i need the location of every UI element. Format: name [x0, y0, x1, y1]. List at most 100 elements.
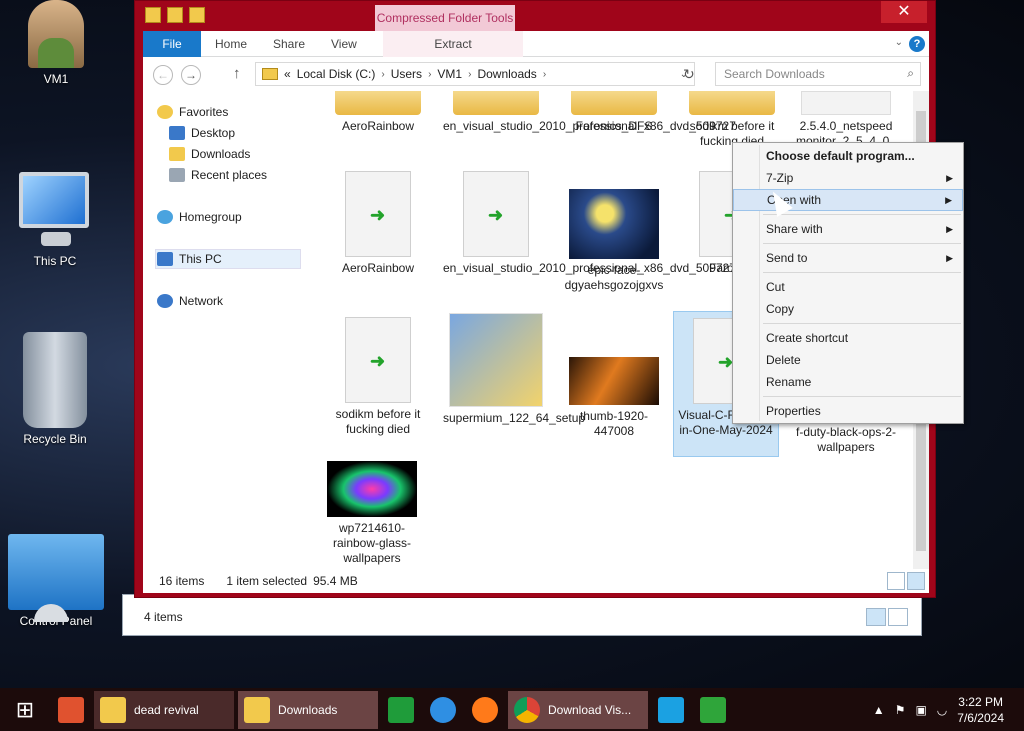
breadcrumb-local-disk[interactable]: Local Disk (C:)	[297, 67, 376, 81]
search-input[interactable]: Search Downloads ⌕	[715, 62, 921, 86]
desktop-icon-label: VM1	[43, 72, 69, 86]
list-item[interactable]: f-duty-black-ops-2-wallpapers	[793, 425, 899, 455]
desktop-icon-this-pc[interactable]: This PC	[5, 170, 105, 268]
desktop-icon-label: Recycle Bin	[23, 432, 87, 446]
taskbar-app-dead-revival[interactable]: dead revival	[94, 690, 234, 729]
taskbar-app-skype[interactable]	[652, 691, 690, 729]
nav-recent[interactable]: Recent places	[169, 168, 267, 182]
tab-view[interactable]: View	[331, 31, 357, 57]
computer-icon	[157, 252, 173, 266]
chevron-down-icon[interactable]: ⌄	[895, 37, 903, 48]
installer-icon	[449, 313, 543, 407]
menu-item-properties[interactable]: Properties	[733, 400, 963, 422]
large-icons-view-button[interactable]	[888, 608, 908, 626]
image-thumbnail	[569, 357, 659, 405]
nav-desktop[interactable]: Desktop	[169, 126, 235, 140]
start-button[interactable]: ⊞	[0, 688, 50, 731]
desktop-icon-control-panel[interactable]: Control Panel	[6, 534, 106, 628]
list-item[interactable]: epic-face-dgyaehsgozojgxvs	[561, 189, 667, 293]
nav-homegroup[interactable]: Homegroup	[157, 210, 242, 224]
tab-file[interactable]: File	[143, 31, 201, 57]
address-bar[interactable]: « Local Disk (C:) › Users › VM1 › Downlo…	[255, 62, 695, 86]
details-view-button[interactable]	[866, 608, 886, 626]
list-item[interactable]: ➜ en_visual_studio_2010_professional_x86…	[443, 171, 736, 276]
taskbar-app-firefox[interactable]	[466, 691, 504, 729]
menu-item-rename[interactable]: Rename	[733, 371, 963, 393]
list-item[interactable]: supermium_122_64_setup	[443, 313, 585, 426]
chevron-right-icon[interactable]: ›	[428, 69, 431, 80]
nav-network[interactable]: Network	[157, 294, 223, 308]
taskbar-app-downloads[interactable]: Downloads	[238, 690, 378, 729]
list-item[interactable]: thumb-1920-447008	[561, 357, 667, 439]
search-icon[interactable]: ⌕	[907, 66, 914, 81]
help-icon[interactable]: ?	[909, 36, 925, 52]
taskbar-app-store[interactable]	[382, 691, 420, 729]
list-item[interactable]: Faronics_DFS	[561, 91, 667, 134]
chevron-right-icon[interactable]: ›	[543, 69, 546, 80]
list-item[interactable]: sodikm before it fucking died	[679, 91, 785, 149]
up-button[interactable]: ↑	[233, 65, 241, 82]
breadcrumb-vm1[interactable]: VM1	[437, 67, 462, 81]
file-name: sodikm before it fucking died	[335, 407, 421, 436]
details-view-button[interactable]	[887, 572, 905, 590]
shortcut-file-icon: ➜	[345, 171, 411, 257]
recent-places-icon	[169, 168, 185, 182]
headphones-icon	[58, 696, 84, 723]
large-icons-view-button[interactable]	[907, 572, 925, 590]
forward-button[interactable]: →	[181, 65, 201, 85]
taskbar-app-xbox[interactable]	[694, 691, 732, 729]
nav-downloads[interactable]: Downloads	[169, 147, 250, 161]
folder-icon	[262, 68, 278, 80]
menu-item-copy[interactable]: Copy	[733, 298, 963, 320]
status-size: 95.4 MB	[313, 574, 358, 588]
desktop-icon-vm1[interactable]: VM1	[6, 0, 106, 86]
taskbar-app-ie[interactable]	[424, 691, 462, 729]
tab-share[interactable]: Share	[273, 31, 305, 57]
flag-icon[interactable]: ⚑	[895, 703, 906, 717]
menu-item-cut[interactable]: Cut	[733, 276, 963, 298]
menu-item-share-with[interactable]: Share with ▶	[733, 218, 963, 240]
breadcrumb-downloads[interactable]: Downloads	[477, 67, 536, 81]
list-item[interactable]: wp7214610-rainbow-glass-wallpapers	[319, 461, 425, 566]
list-item[interactable]: AeroRainbow	[325, 91, 431, 134]
folder-icon[interactable]	[145, 7, 161, 23]
folder-icon	[453, 91, 539, 115]
breadcrumb-users[interactable]: Users	[391, 67, 422, 81]
menu-item-label: Send to	[766, 251, 808, 265]
chevron-up-icon[interactable]: ▲	[873, 703, 885, 717]
desktop-icon-recycle-bin[interactable]: Recycle Bin	[5, 332, 105, 446]
back-button[interactable]: ←	[153, 65, 173, 85]
chevron-right-icon[interactable]: ›	[381, 69, 384, 80]
tab-extract[interactable]: Extract	[383, 31, 523, 57]
volume-icon[interactable]: ◡	[937, 703, 947, 717]
recycle-bin-icon	[23, 332, 87, 428]
menu-separator	[733, 211, 963, 218]
background-status-items: 4 items	[144, 610, 183, 624]
properties-icon[interactable]	[167, 7, 183, 23]
store-icon	[388, 696, 414, 723]
menu-item-send-to[interactable]: Send to ▶	[733, 247, 963, 269]
menu-item-7zip[interactable]: 7-Zip ▶	[733, 167, 963, 189]
close-button[interactable]: ✕	[881, 1, 927, 23]
breadcrumb-overflow[interactable]: «	[284, 67, 291, 81]
menu-item-delete[interactable]: Delete	[733, 349, 963, 371]
tab-home[interactable]: Home	[215, 31, 247, 57]
taskbar-app-chrome[interactable]: Download Vis...	[508, 690, 648, 729]
background-explorer-window[interactable]	[122, 594, 922, 636]
menu-item-create-shortcut[interactable]: Create shortcut	[733, 327, 963, 349]
list-item[interactable]: ➜ sodikm before it fucking died	[325, 317, 431, 437]
nav-this-pc[interactable]: This PC	[157, 252, 222, 266]
nav-favorites[interactable]: Favorites	[157, 105, 228, 119]
nav-label: Network	[179, 294, 224, 308]
list-item[interactable]: en_visual_studio_2010_professional_x86_d…	[443, 91, 736, 134]
network-icon[interactable]: ▣	[915, 703, 926, 717]
folder-icon	[100, 696, 126, 723]
new-folder-icon[interactable]	[189, 7, 205, 23]
menu-item-choose-default-program[interactable]: Choose default program...	[733, 145, 963, 167]
chevron-right-icon[interactable]: ›	[468, 69, 471, 80]
refresh-icon[interactable]: ↻	[683, 66, 695, 83]
list-item[interactable]: 2.5.4.0_netspeed monitor_2_5_4_0_	[793, 91, 899, 149]
clock[interactable]: 3:22 PM 7/6/2024	[957, 694, 1004, 726]
taskbar-app-music[interactable]	[52, 691, 90, 729]
list-item[interactable]: ➜ AeroRainbow	[325, 171, 431, 276]
